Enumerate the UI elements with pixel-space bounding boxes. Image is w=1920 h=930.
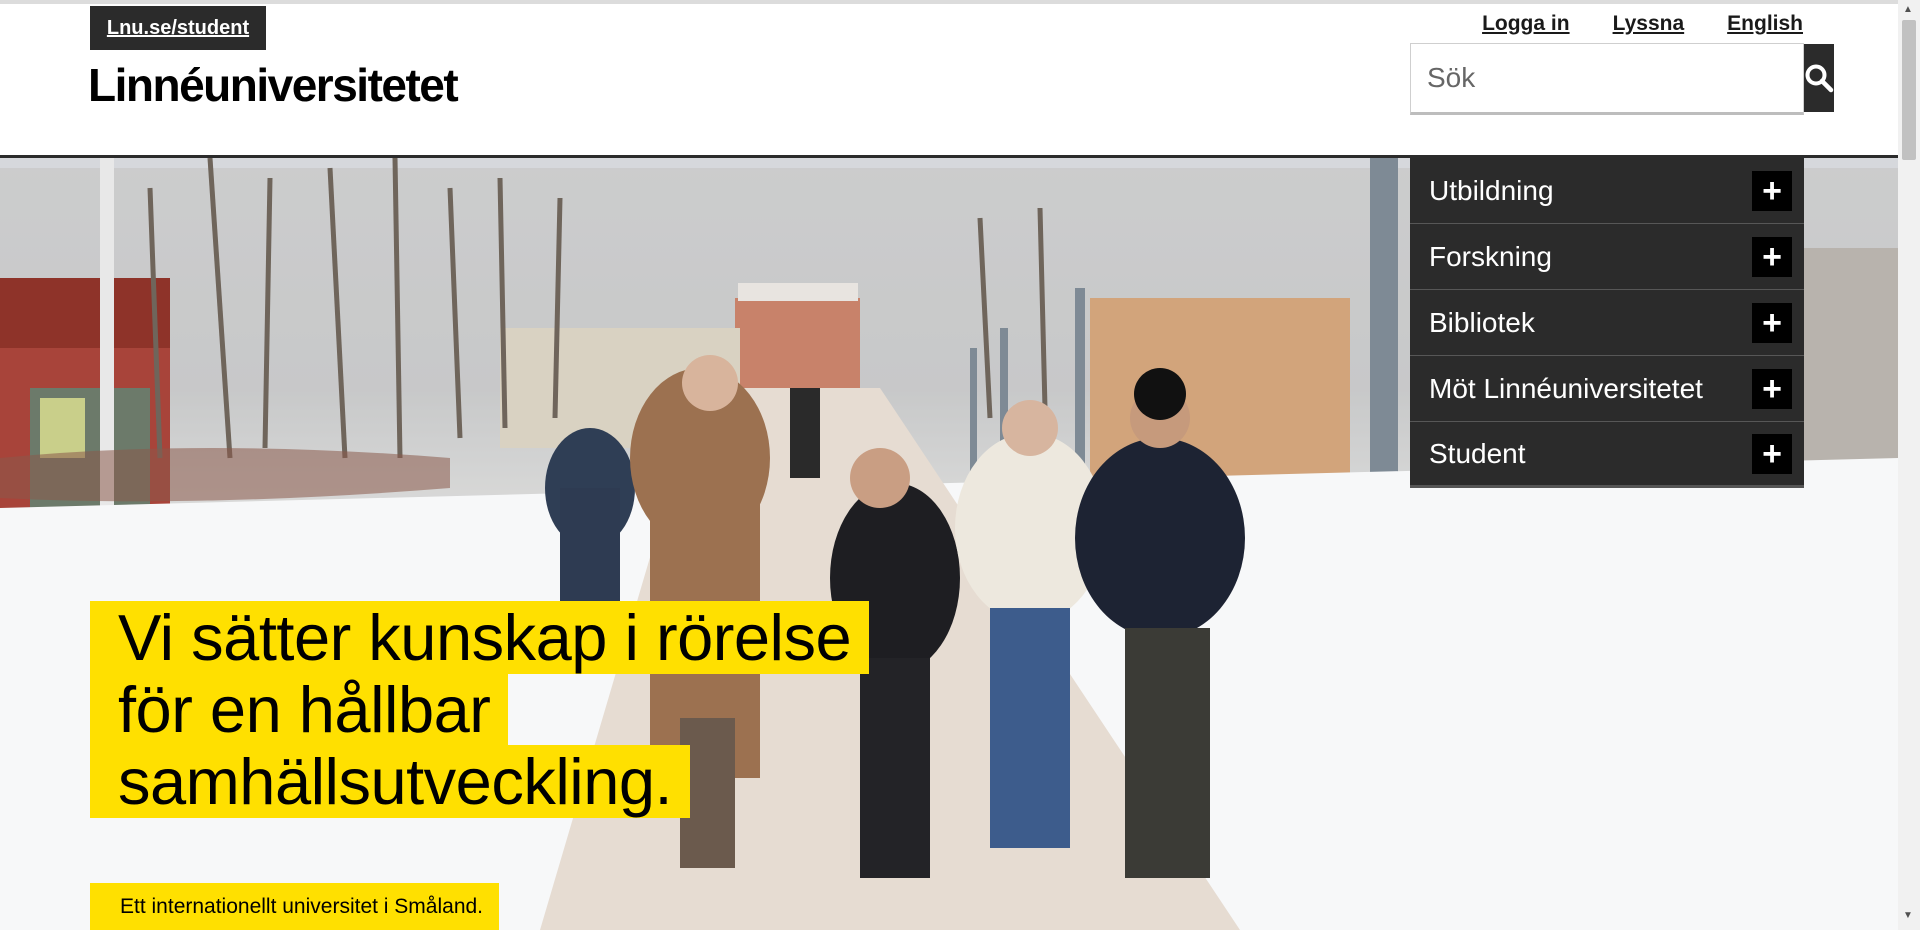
nav-item-label: Utbildning bbox=[1429, 174, 1554, 206]
utility-links: Logga in Lyssna English bbox=[1482, 12, 1803, 36]
listen-link[interactable]: Lyssna bbox=[1613, 12, 1685, 36]
plus-icon[interactable]: + bbox=[1752, 433, 1792, 474]
login-link[interactable]: Logga in bbox=[1482, 12, 1570, 36]
site-header: Lnu.se/student Linnéuniversitetet Logga … bbox=[0, 4, 1898, 156]
plus-icon[interactable]: + bbox=[1752, 170, 1792, 211]
nav-item-label: Bibliotek bbox=[1429, 306, 1535, 338]
page-scrollbar[interactable]: ▲ ▼ bbox=[1898, 0, 1920, 930]
logo[interactable]: Linnéuniversitetet bbox=[88, 58, 459, 112]
plus-icon[interactable]: + bbox=[1752, 302, 1792, 343]
hero-subline: Ett internationellt universitet i Smålan… bbox=[90, 883, 500, 930]
nav-item-mot-linneuniversitetet[interactable]: Möt Linnéuniversitetet + bbox=[1410, 356, 1804, 422]
nav-item-utbildning[interactable]: Utbildning + bbox=[1410, 158, 1804, 224]
scroll-thumb[interactable] bbox=[1902, 20, 1916, 160]
plus-icon[interactable]: + bbox=[1752, 368, 1792, 409]
hero-headline: Vi sätter kunskap i rörelse för en hållb… bbox=[90, 601, 910, 818]
search-icon bbox=[1805, 64, 1834, 93]
student-link[interactable]: Lnu.se/student bbox=[90, 6, 266, 50]
plus-icon[interactable]: + bbox=[1752, 236, 1792, 277]
english-link[interactable]: English bbox=[1727, 12, 1803, 36]
nav-item-forskning[interactable]: Forskning + bbox=[1410, 224, 1804, 290]
nav-item-bibliotek[interactable]: Bibliotek + bbox=[1410, 290, 1804, 356]
nav-item-label: Forskning bbox=[1429, 240, 1552, 272]
scroll-up-icon[interactable]: ▲ bbox=[1903, 4, 1913, 15]
search-input[interactable] bbox=[1411, 44, 1804, 112]
scroll-down-icon[interactable]: ▼ bbox=[1903, 910, 1913, 921]
main-navigation: Utbildning + Forskning + Bibliotek + Möt… bbox=[1410, 158, 1804, 488]
search-box bbox=[1410, 43, 1834, 115]
search-button[interactable] bbox=[1804, 44, 1834, 112]
nav-item-label: Möt Linnéuniversitetet bbox=[1429, 372, 1703, 404]
hero-headline-text: Vi sätter kunskap i rörelse för en hållb… bbox=[90, 601, 870, 818]
nav-item-student[interactable]: Student + bbox=[1410, 422, 1804, 488]
nav-item-label: Student bbox=[1429, 437, 1526, 469]
